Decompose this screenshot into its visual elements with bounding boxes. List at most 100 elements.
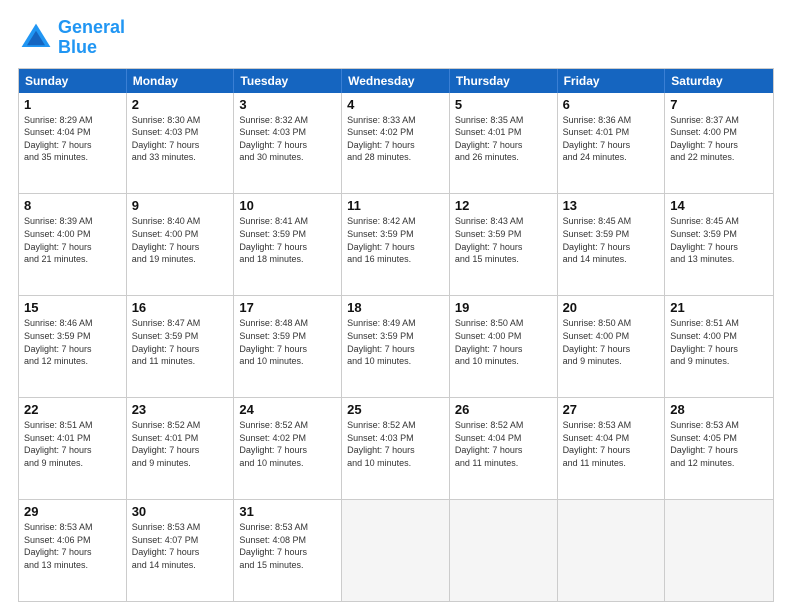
cell-info-14: Sunrise: 8:45 AM Sunset: 3:59 PM Dayligh…: [670, 215, 768, 265]
day-number-11: 11: [347, 198, 444, 213]
cell-info-30: Sunrise: 8:53 AM Sunset: 4:07 PM Dayligh…: [132, 521, 229, 571]
logo-text: General Blue: [58, 18, 125, 58]
cell-info-13: Sunrise: 8:45 AM Sunset: 3:59 PM Dayligh…: [563, 215, 660, 265]
day-number-4: 4: [347, 97, 444, 112]
cell-29: 29Sunrise: 8:53 AM Sunset: 4:06 PM Dayli…: [19, 500, 127, 601]
cell-info-31: Sunrise: 8:53 AM Sunset: 4:08 PM Dayligh…: [239, 521, 336, 571]
cell-info-4: Sunrise: 8:33 AM Sunset: 4:02 PM Dayligh…: [347, 114, 444, 164]
cell-4: 4 Sunrise: 8:33 AM Sunset: 4:02 PM Daylig…: [342, 93, 450, 194]
cell-9: 9 Sunrise: 8:40 AM Sunset: 4:00 PM Daylig…: [127, 194, 235, 295]
week-row-2: 8 Sunrise: 8:39 AM Sunset: 4:00 PM Daylig…: [19, 193, 773, 295]
calendar: Sunday Monday Tuesday Wednesday Thursday…: [18, 68, 774, 602]
cell-info-19: Sunrise: 8:50 AM Sunset: 4:00 PM Dayligh…: [455, 317, 552, 367]
day-number-31: 31: [239, 504, 336, 519]
day-number-8: 8: [24, 198, 121, 213]
cell-6: 6 Sunrise: 8:36 AM Sunset: 4:01 PM Daylig…: [558, 93, 666, 194]
cell-16: 16 Sunrise: 8:47 AM Sunset: 3:59 PM Dayli…: [127, 296, 235, 397]
day-number-16: 16: [132, 300, 229, 315]
day-number-30: 30: [132, 504, 229, 519]
cell-info-24: Sunrise: 8:52 AM Sunset: 4:02 PM Dayligh…: [239, 419, 336, 469]
day-number-12: 12: [455, 198, 552, 213]
header-saturday: Saturday: [665, 69, 773, 93]
cell-17: 17 Sunrise: 8:48 AM Sunset: 3:59 PM Dayli…: [234, 296, 342, 397]
day-number-2: 2: [132, 97, 229, 112]
day-number-24: 24: [239, 402, 336, 417]
day-number-14: 14: [670, 198, 768, 213]
page: General Blue Sunday Monday Tuesday Wedne…: [0, 0, 792, 612]
day-number-27: 27: [563, 402, 660, 417]
calendar-header-row: Sunday Monday Tuesday Wednesday Thursday…: [19, 69, 773, 93]
cell-info-29: Sunrise: 8:53 AM Sunset: 4:06 PM Dayligh…: [24, 521, 121, 571]
cell-info-2: Sunrise: 8:30 AM Sunset: 4:03 PM Dayligh…: [132, 114, 229, 164]
cell-info-12: Sunrise: 8:43 AM Sunset: 3:59 PM Dayligh…: [455, 215, 552, 265]
day-number-7: 7: [670, 97, 768, 112]
cell-empty-4-3: [342, 500, 450, 601]
day-number-9: 9: [132, 198, 229, 213]
day-number-1: 1: [24, 97, 121, 112]
cell-info-11: Sunrise: 8:42 AM Sunset: 3:59 PM Dayligh…: [347, 215, 444, 265]
cell-15: 15Sunrise: 8:46 AM Sunset: 3:59 PM Dayli…: [19, 296, 127, 397]
day-number-3: 3: [239, 97, 336, 112]
logo: General Blue: [18, 18, 125, 58]
cell-info-18: Sunrise: 8:49 AM Sunset: 3:59 PM Dayligh…: [347, 317, 444, 367]
cell-27: 27Sunrise: 8:53 AM Sunset: 4:04 PM Dayli…: [558, 398, 666, 499]
cell-info-9: Sunrise: 8:40 AM Sunset: 4:00 PM Dayligh…: [132, 215, 229, 265]
day-number-23: 23: [132, 402, 229, 417]
week-row-4: 22Sunrise: 8:51 AM Sunset: 4:01 PM Dayli…: [19, 397, 773, 499]
cell-18: 18 Sunrise: 8:49 AM Sunset: 3:59 PM Dayli…: [342, 296, 450, 397]
cell-7: 7Sunrise: 8:37 AM Sunset: 4:00 PM Daylig…: [665, 93, 773, 194]
cell-info-6: Sunrise: 8:36 AM Sunset: 4:01 PM Dayligh…: [563, 114, 660, 164]
day-number-13: 13: [563, 198, 660, 213]
cell-19: 19Sunrise: 8:50 AM Sunset: 4:00 PM Dayli…: [450, 296, 558, 397]
day-number-17: 17: [239, 300, 336, 315]
cell-8: 8 Sunrise: 8:39 AM Sunset: 4:00 PM Daylig…: [19, 194, 127, 295]
cell-info-28: Sunrise: 8:53 AM Sunset: 4:05 PM Dayligh…: [670, 419, 768, 469]
header-friday: Friday: [558, 69, 666, 93]
header-sunday: Sunday: [19, 69, 127, 93]
day-number-6: 6: [563, 97, 660, 112]
day-number-15: 15: [24, 300, 121, 315]
week-row-5: 29Sunrise: 8:53 AM Sunset: 4:06 PM Dayli…: [19, 499, 773, 601]
day-number-26: 26: [455, 402, 552, 417]
day-number-28: 28: [670, 402, 768, 417]
cell-info-3: Sunrise: 8:32 AM Sunset: 4:03 PM Dayligh…: [239, 114, 336, 164]
cell-empty-4-5: [558, 500, 666, 601]
header-thursday: Thursday: [450, 69, 558, 93]
day-number-20: 20: [563, 300, 660, 315]
cell-12: 12 Sunrise: 8:43 AM Sunset: 3:59 PM Dayli…: [450, 194, 558, 295]
cell-info-26: Sunrise: 8:52 AM Sunset: 4:04 PM Dayligh…: [455, 419, 552, 469]
logo-icon: [18, 20, 54, 56]
calendar-body: 1Sunrise: 8:29 AM Sunset: 4:04 PM Daylig…: [19, 93, 773, 601]
cell-11: 11 Sunrise: 8:42 AM Sunset: 3:59 PM Dayli…: [342, 194, 450, 295]
cell-23: 23 Sunrise: 8:52 AM Sunset: 4:01 PM Dayli…: [127, 398, 235, 499]
day-number-18: 18: [347, 300, 444, 315]
cell-info-5: Sunrise: 8:35 AM Sunset: 4:01 PM Dayligh…: [455, 114, 552, 164]
day-number-10: 10: [239, 198, 336, 213]
cell-2: 2 Sunrise: 8:30 AM Sunset: 4:03 PM Daylig…: [127, 93, 235, 194]
cell-25: 25Sunrise: 8:52 AM Sunset: 4:03 PM Dayli…: [342, 398, 450, 499]
cell-1: 1Sunrise: 8:29 AM Sunset: 4:04 PM Daylig…: [19, 93, 127, 194]
cell-28: 28 Sunrise: 8:53 AM Sunset: 4:05 PM Dayli…: [665, 398, 773, 499]
header-wednesday: Wednesday: [342, 69, 450, 93]
header-monday: Monday: [127, 69, 235, 93]
week-row-3: 15Sunrise: 8:46 AM Sunset: 3:59 PM Dayli…: [19, 295, 773, 397]
cell-info-8: Sunrise: 8:39 AM Sunset: 4:00 PM Dayligh…: [24, 215, 121, 265]
week-row-1: 1Sunrise: 8:29 AM Sunset: 4:04 PM Daylig…: [19, 93, 773, 194]
cell-22: 22Sunrise: 8:51 AM Sunset: 4:01 PM Dayli…: [19, 398, 127, 499]
cell-info-21: Sunrise: 8:51 AM Sunset: 4:00 PM Dayligh…: [670, 317, 768, 367]
cell-24: 24 Sunrise: 8:52 AM Sunset: 4:02 PM Dayli…: [234, 398, 342, 499]
header-tuesday: Tuesday: [234, 69, 342, 93]
cell-31: 31 Sunrise: 8:53 AM Sunset: 4:08 PM Dayli…: [234, 500, 342, 601]
cell-info-23: Sunrise: 8:52 AM Sunset: 4:01 PM Dayligh…: [132, 419, 229, 469]
cell-3: 3 Sunrise: 8:32 AM Sunset: 4:03 PM Daylig…: [234, 93, 342, 194]
cell-5: 5Sunrise: 8:35 AM Sunset: 4:01 PM Daylig…: [450, 93, 558, 194]
cell-info-20: Sunrise: 8:50 AM Sunset: 4:00 PM Dayligh…: [563, 317, 660, 367]
cell-empty-4-4: [450, 500, 558, 601]
cell-13: 13 Sunrise: 8:45 AM Sunset: 3:59 PM Dayli…: [558, 194, 666, 295]
cell-info-17: Sunrise: 8:48 AM Sunset: 3:59 PM Dayligh…: [239, 317, 336, 367]
cell-info-16: Sunrise: 8:47 AM Sunset: 3:59 PM Dayligh…: [132, 317, 229, 367]
cell-info-10: Sunrise: 8:41 AM Sunset: 3:59 PM Dayligh…: [239, 215, 336, 265]
day-number-21: 21: [670, 300, 768, 315]
day-number-25: 25: [347, 402, 444, 417]
cell-info-22: Sunrise: 8:51 AM Sunset: 4:01 PM Dayligh…: [24, 419, 121, 469]
